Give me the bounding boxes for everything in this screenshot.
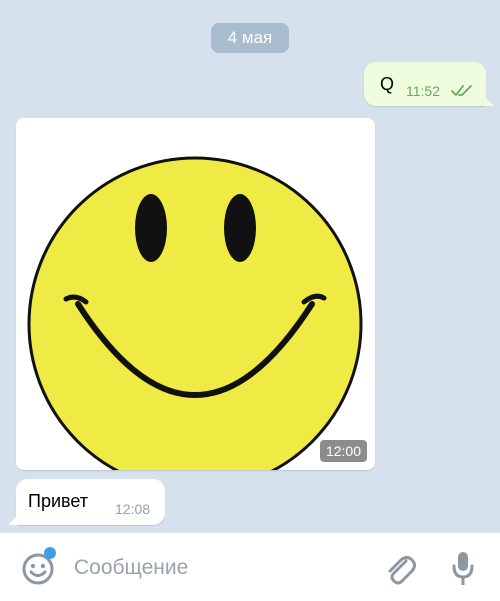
outgoing-message-text: Q: [380, 74, 395, 94]
image-message-time: 12:00: [319, 440, 367, 462]
message-composer: [0, 532, 500, 601]
date-separator: 4 мая: [211, 23, 289, 53]
incoming-message[interactable]: Привет 12:08: [8, 479, 165, 525]
message-input[interactable]: [72, 551, 366, 585]
chat-area: 4 мая Q 11:52 12:00 Привет 12:08: [0, 0, 500, 532]
microphone-icon[interactable]: [452, 550, 474, 588]
outgoing-message[interactable]: Q 11:52: [364, 62, 494, 106]
double-check-icon: [451, 85, 472, 96]
smiley-face-image: [16, 118, 375, 470]
incoming-message-time: 12:08: [115, 501, 151, 517]
paperclip-icon[interactable]: [384, 551, 416, 587]
notification-dot: [44, 547, 56, 559]
outgoing-message-time: 11:52: [406, 83, 440, 99]
incoming-message-text: Привет: [28, 491, 89, 511]
image-message[interactable]: 12:00: [16, 118, 375, 470]
